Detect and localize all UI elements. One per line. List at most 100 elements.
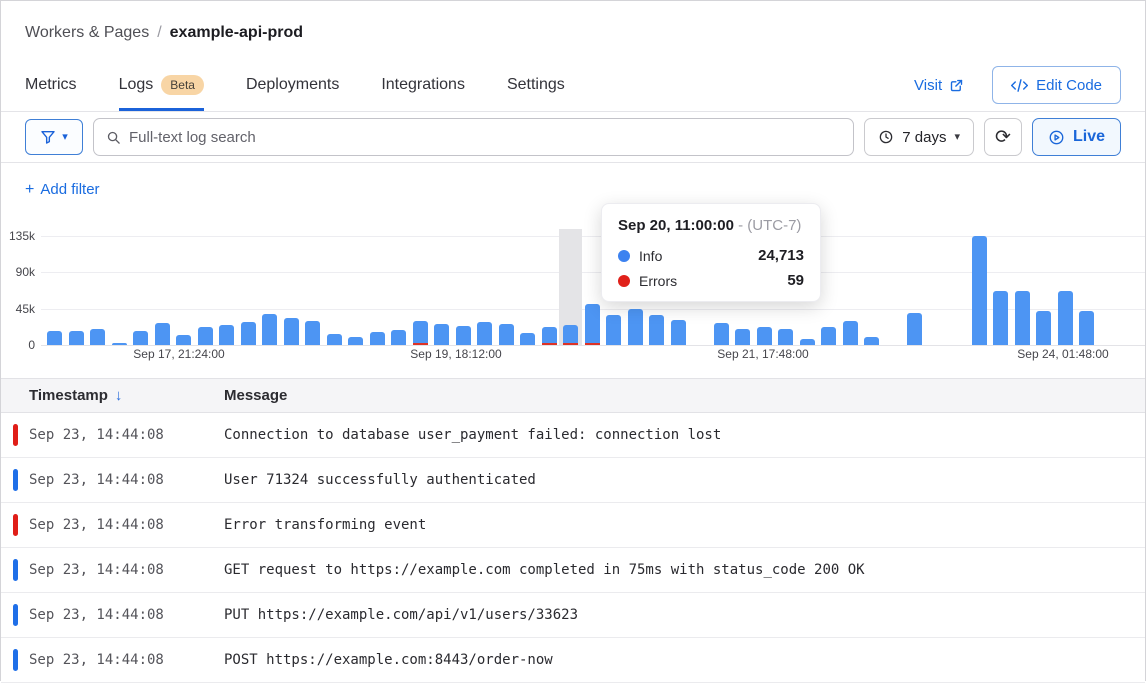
log-message: Error transforming event bbox=[224, 517, 426, 533]
live-button[interactable]: Live bbox=[1032, 118, 1121, 156]
chart-bar-info[interactable] bbox=[821, 327, 836, 345]
refresh-button[interactable]: ⟳ bbox=[984, 118, 1022, 156]
chart-bar-info[interactable] bbox=[628, 309, 643, 345]
chart-bar-info[interactable] bbox=[972, 236, 987, 345]
search-icon bbox=[106, 130, 121, 145]
y-axis-label: 90k bbox=[1, 265, 35, 279]
chart-bar-info[interactable] bbox=[671, 320, 686, 345]
chart-bar-errors[interactable] bbox=[413, 343, 428, 345]
chart-bar-info[interactable] bbox=[1015, 291, 1030, 345]
tab-settings[interactable]: Settings bbox=[507, 59, 565, 111]
chart-bar-info[interactable] bbox=[993, 291, 1008, 345]
chart-bar-info[interactable] bbox=[757, 327, 772, 345]
x-axis-label: Sep 17, 21:24:00 bbox=[133, 347, 224, 361]
chart-bar-info[interactable] bbox=[585, 304, 600, 343]
chart-bar-info[interactable] bbox=[219, 325, 234, 345]
chart-bar-info[interactable] bbox=[176, 335, 191, 345]
tooltip-timezone: - (UTC-7) bbox=[738, 217, 801, 234]
chart-bar-info[interactable] bbox=[305, 321, 320, 345]
tab-label: Metrics bbox=[25, 76, 77, 94]
chart-bar-info[interactable] bbox=[47, 331, 62, 345]
chart-bar-info[interactable] bbox=[778, 329, 793, 345]
info-indicator bbox=[13, 649, 18, 671]
tab-metrics[interactable]: Metrics bbox=[25, 59, 77, 111]
chart-bar-info[interactable] bbox=[477, 322, 492, 345]
tab-label: Logs bbox=[119, 76, 154, 94]
chart-bar-info[interactable] bbox=[434, 324, 449, 345]
chart-bar-info[interactable] bbox=[456, 326, 471, 345]
chart-bar-errors[interactable] bbox=[585, 343, 600, 345]
chart-bar-info[interactable] bbox=[520, 333, 535, 345]
chart-bar-info[interactable] bbox=[864, 337, 879, 345]
edit-code-button[interactable]: Edit Code bbox=[992, 66, 1121, 104]
tabs-spacer bbox=[607, 59, 914, 111]
chart-bar-info[interactable] bbox=[133, 331, 148, 345]
tab-logs[interactable]: LogsBeta bbox=[119, 59, 204, 111]
chart-bar-errors[interactable] bbox=[563, 343, 578, 345]
chart-bar-info[interactable] bbox=[413, 321, 428, 343]
tab-label: Integrations bbox=[381, 76, 465, 94]
sort-descending-icon: ↓ bbox=[115, 387, 123, 404]
filter-dropdown-button[interactable]: ▾ bbox=[25, 119, 83, 155]
table-row[interactable]: Sep 23, 14:44:08POST https://example.com… bbox=[1, 638, 1145, 683]
chart-bar-info[interactable] bbox=[1058, 291, 1073, 345]
chart-bar-info[interactable] bbox=[262, 314, 277, 345]
info-indicator bbox=[13, 559, 18, 581]
chevron-down-icon: ▾ bbox=[62, 132, 68, 143]
table-row[interactable]: Sep 23, 14:44:08PUT https://example.com/… bbox=[1, 593, 1145, 638]
table-row[interactable]: Sep 23, 14:44:08Error transforming event bbox=[1, 503, 1145, 548]
chart-bar-info[interactable] bbox=[327, 334, 342, 345]
chart-bar-info[interactable] bbox=[1036, 311, 1051, 345]
chart-bar-info[interactable] bbox=[241, 322, 256, 345]
tab-deployments[interactable]: Deployments bbox=[246, 59, 339, 111]
tabs: Metrics LogsBeta Deployments Integrations Se… bbox=[25, 59, 607, 111]
chart-bar-info[interactable] bbox=[1079, 311, 1094, 345]
tab-label: Deployments bbox=[246, 76, 339, 94]
add-filter-button[interactable]: + Add filter bbox=[25, 181, 100, 199]
table-row[interactable]: Sep 23, 14:44:08User 71324 successfully … bbox=[1, 458, 1145, 503]
chart-bar-info[interactable] bbox=[714, 323, 729, 345]
chart-bar-info[interactable] bbox=[112, 343, 127, 345]
legend-dot-icon bbox=[618, 275, 630, 287]
chart-bar-info[interactable] bbox=[542, 327, 557, 343]
log-timestamp: Sep 23, 14:44:08 bbox=[1, 517, 224, 533]
add-filter-label: Add filter bbox=[40, 181, 99, 198]
clock-icon bbox=[878, 129, 894, 145]
chart-bar-info[interactable] bbox=[563, 325, 578, 343]
error-indicator bbox=[13, 424, 18, 446]
table-row[interactable]: Sep 23, 14:44:08GET request to https://e… bbox=[1, 548, 1145, 593]
chart-bar-info[interactable] bbox=[284, 318, 299, 345]
log-message: User 71324 successfully authenticated bbox=[224, 472, 536, 488]
tooltip-series-label: Errors bbox=[639, 273, 677, 289]
tab-integrations[interactable]: Integrations bbox=[381, 59, 465, 111]
time-range-label: 7 days bbox=[902, 129, 946, 146]
search-input[interactable] bbox=[129, 129, 841, 146]
chart-bar-info[interactable] bbox=[843, 321, 858, 345]
external-link-icon bbox=[949, 78, 964, 93]
chart-bar-info[interactable] bbox=[198, 327, 213, 345]
chart-bar-info[interactable] bbox=[370, 332, 385, 345]
chart-bar-info[interactable] bbox=[90, 329, 105, 345]
chart-bar-info[interactable] bbox=[649, 315, 664, 345]
table-row[interactable]: Sep 23, 14:44:08Connection to database u… bbox=[1, 413, 1145, 458]
chart-bar-info[interactable] bbox=[499, 324, 514, 345]
plus-icon: + bbox=[25, 181, 34, 198]
tooltip-series-row: Errors59 bbox=[618, 272, 804, 289]
chart-bar-info[interactable] bbox=[391, 330, 406, 345]
column-header-timestamp[interactable]: Timestamp ↓ bbox=[1, 387, 224, 404]
chart-bar-info[interactable] bbox=[348, 337, 363, 345]
chart-bar-errors[interactable] bbox=[542, 343, 557, 345]
visit-link[interactable]: Visit bbox=[914, 59, 964, 111]
chart-bar-info[interactable] bbox=[907, 313, 922, 345]
chart-bar-info[interactable] bbox=[735, 329, 750, 345]
chart-bar-info[interactable] bbox=[155, 323, 170, 345]
time-range-dropdown[interactable]: 7 days ▾ bbox=[864, 118, 974, 156]
x-axis-label: Sep 21, 17:48:00 bbox=[717, 347, 808, 361]
breadcrumb-parent[interactable]: Workers & Pages bbox=[25, 24, 149, 42]
x-axis-label: Sep 24, 01:48:00 bbox=[1017, 347, 1108, 361]
chart-bar-info[interactable] bbox=[606, 315, 621, 345]
chart-bar-info[interactable] bbox=[69, 331, 84, 345]
tooltip-legend: Info24,713Errors59 bbox=[618, 247, 804, 289]
chart-bar-info[interactable] bbox=[800, 339, 815, 345]
column-header-message[interactable]: Message bbox=[224, 387, 287, 404]
